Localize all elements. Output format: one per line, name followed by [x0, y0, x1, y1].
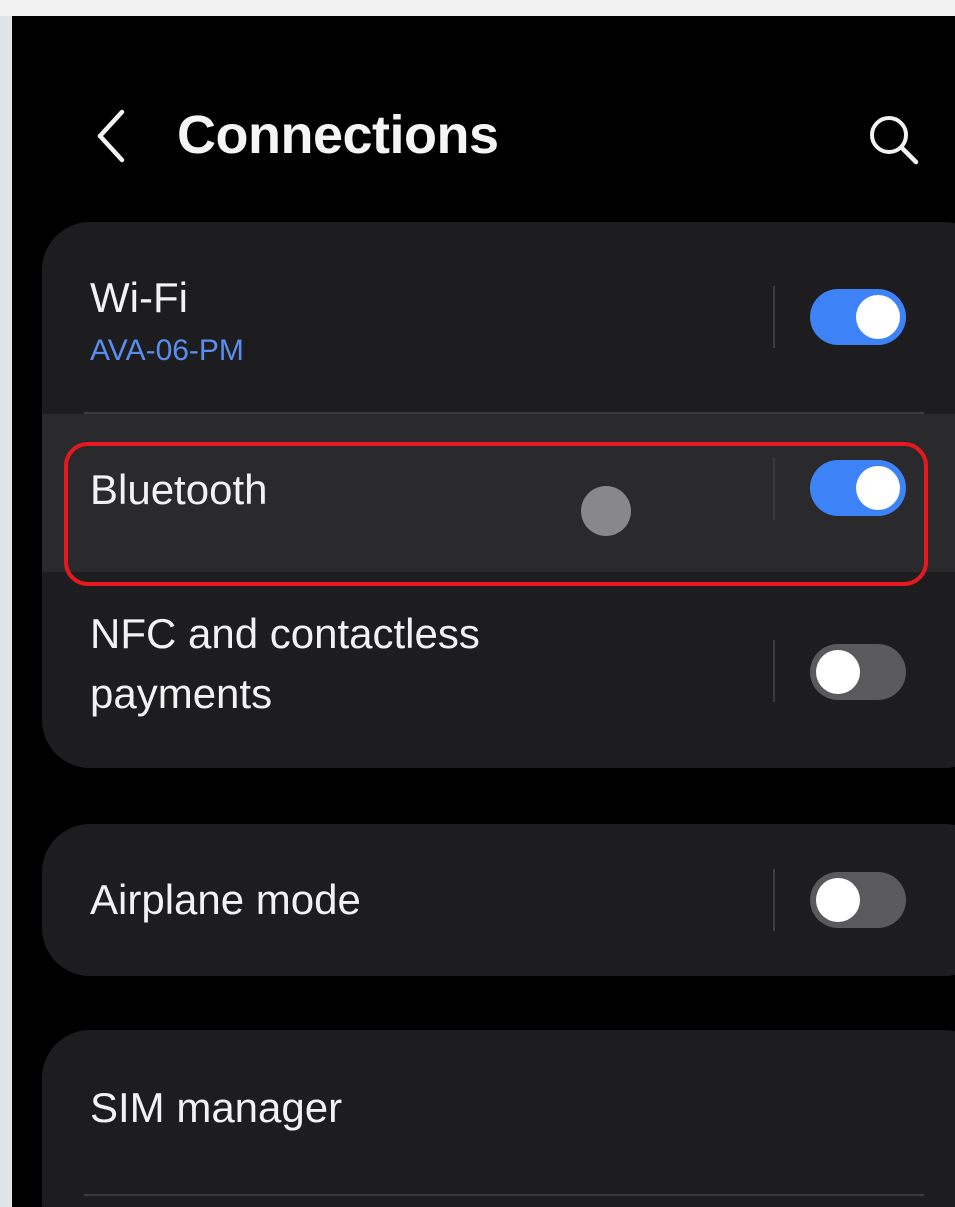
page-title: Connections [177, 105, 499, 165]
vertical-separator [773, 286, 775, 348]
search-icon[interactable] [866, 112, 922, 168]
toggle-knob [856, 466, 900, 510]
bluetooth-label: Bluetooth [90, 466, 268, 513]
vertical-separator [773, 458, 775, 520]
sim-manager-label: SIM manager [90, 1084, 343, 1131]
row-divider [84, 1194, 924, 1196]
nfc-label-line2: payments [90, 670, 273, 717]
wifi-label: Wi-Fi [90, 274, 188, 321]
connections-card: Wi-Fi AVA-06-PM Bluetooth NFC and contac… [42, 222, 955, 768]
left-rail [0, 16, 12, 1207]
airplane-card: Airplane mode [42, 824, 955, 976]
nfc-label-line1: NFC and contactless [90, 610, 480, 657]
nfc-toggle[interactable] [810, 644, 906, 700]
chevron-left-icon[interactable] [92, 108, 132, 164]
airplane-mode-toggle[interactable] [810, 872, 906, 928]
bluetooth-toggle[interactable] [810, 460, 906, 516]
app-header: Connections [12, 16, 955, 226]
wifi-row[interactable]: Wi-Fi AVA-06-PM [42, 222, 955, 412]
airplane-mode-label: Airplane mode [90, 876, 361, 923]
phone-screen: Connections Wi-Fi AVA-06-PM Bluetooth NF… [12, 16, 955, 1207]
vertical-separator [773, 869, 775, 931]
screenshot-page: Connections Wi-Fi AVA-06-PM Bluetooth NF… [0, 0, 955, 1207]
toggle-knob [816, 878, 860, 922]
vertical-separator [773, 640, 775, 702]
sim-manager-row[interactable]: SIM manager [42, 1030, 955, 1194]
bluetooth-row[interactable]: Bluetooth [42, 414, 955, 572]
toggle-knob [856, 295, 900, 339]
wifi-network-name: AVA-06-PM [90, 334, 244, 367]
nfc-row[interactable]: NFC and contactless payments [42, 574, 955, 768]
airplane-mode-row[interactable]: Airplane mode [42, 824, 955, 976]
sim-card: SIM manager [42, 1030, 955, 1207]
toggle-knob [816, 650, 860, 694]
wifi-toggle[interactable] [810, 289, 906, 345]
